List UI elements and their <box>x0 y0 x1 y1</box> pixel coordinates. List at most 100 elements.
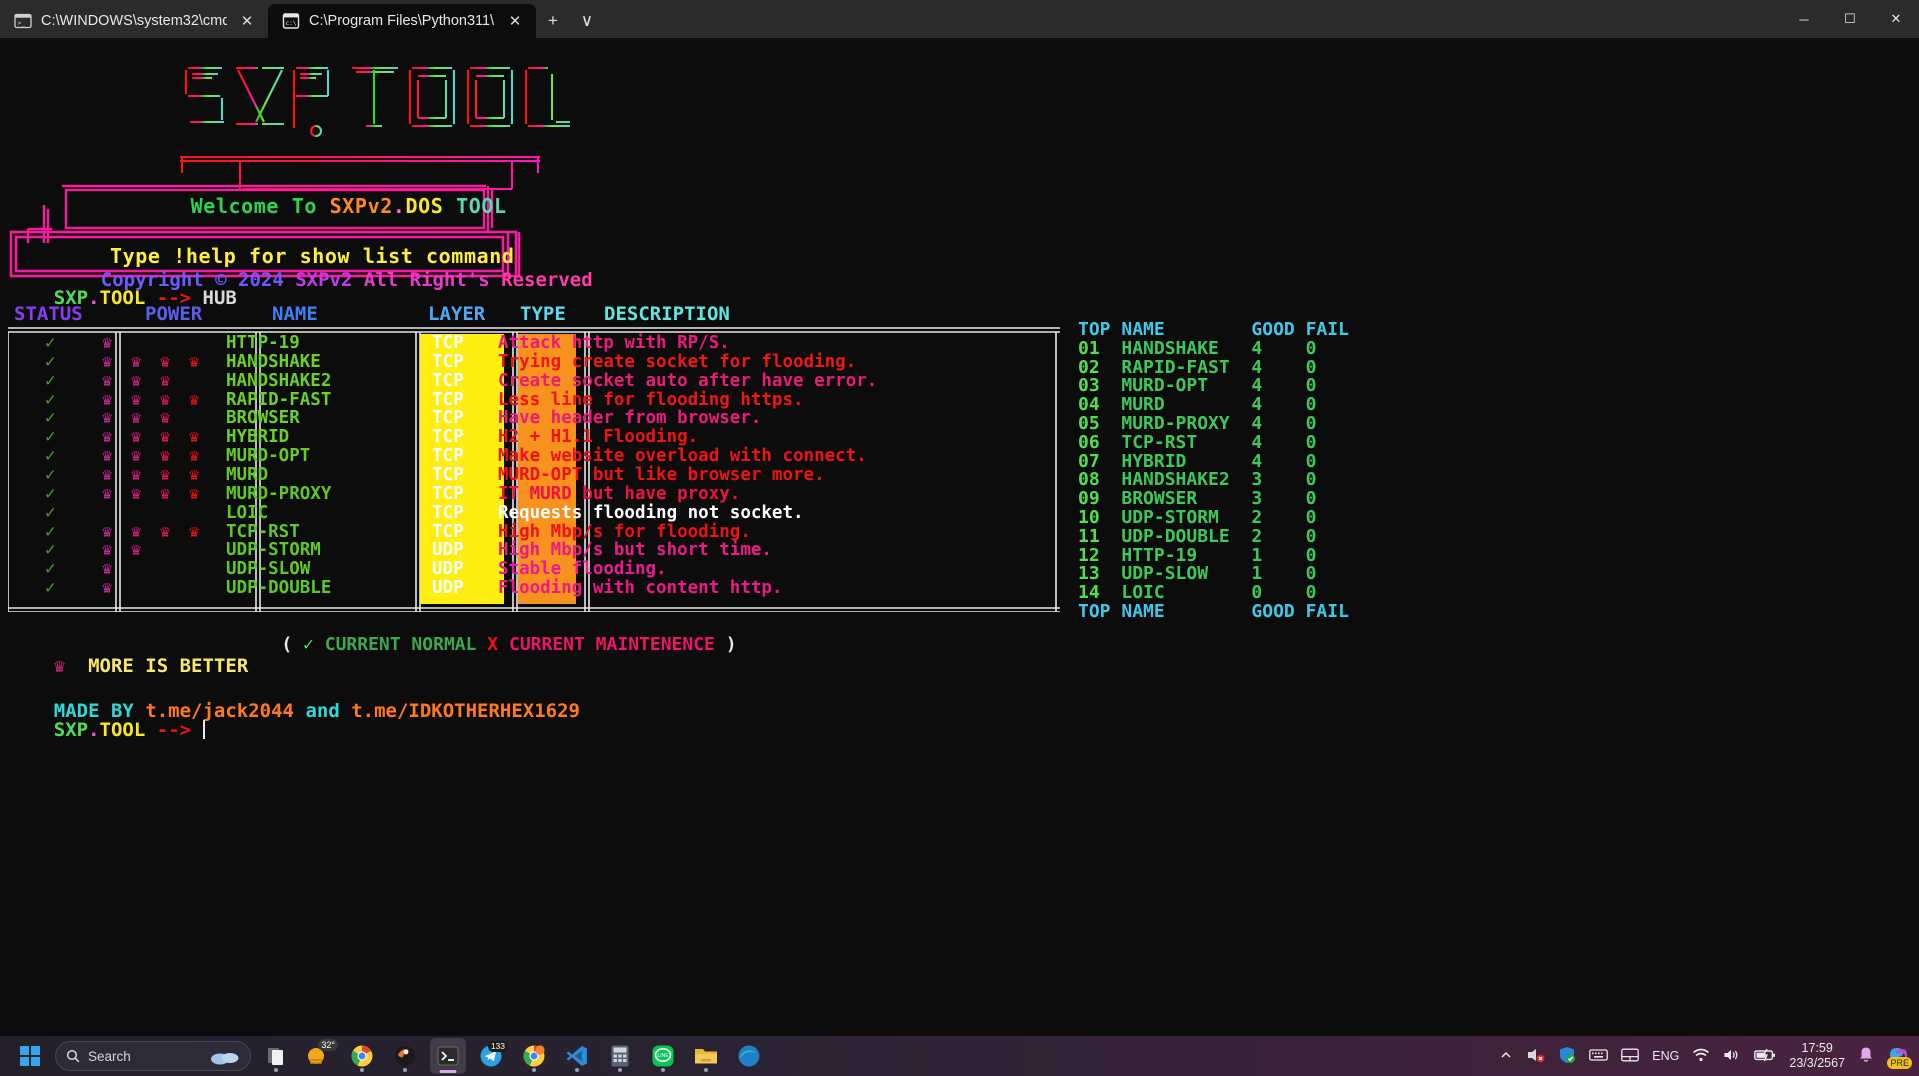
close-icon[interactable]: ✕ <box>236 10 258 32</box>
minimize-button[interactable]: ─ <box>1781 0 1827 38</box>
vscode-icon[interactable] <box>559 1038 595 1074</box>
method-description: High Mbp/s for flooding. <box>498 523 751 542</box>
copilot-icon[interactable]: PRE <box>1887 1045 1909 1068</box>
power-crown-icon: ♛ <box>131 541 141 560</box>
touchpad-icon[interactable] <box>1621 1048 1639 1065</box>
type-badge: TCP <box>432 504 464 523</box>
layer-badge: L4 <box>360 579 381 598</box>
close-button[interactable]: ✕ <box>1873 0 1919 38</box>
close-icon[interactable]: ✕ <box>504 10 526 32</box>
type-badge: TCP <box>432 391 464 410</box>
volume-icon[interactable] <box>1723 1048 1741 1065</box>
and-label: and <box>294 700 351 722</box>
power-crown-icon: ♛ <box>189 353 199 372</box>
legend-open-paren: ( <box>281 634 292 655</box>
firefox-icon[interactable] <box>387 1038 423 1074</box>
tab-cmd[interactable]: >_ C:\WINDOWS\system32\cmd.e ✕ <box>0 4 268 38</box>
text-cursor <box>203 720 205 739</box>
layer-badge: L7 <box>360 485 381 504</box>
power-crown-icon: ♛ <box>189 428 199 447</box>
column-header-description: DESCRIPTION <box>604 303 730 325</box>
chrome-icon[interactable] <box>344 1038 380 1074</box>
layer-badge: L4 <box>360 541 381 560</box>
method-description: Create socket auto after have error. <box>498 372 877 391</box>
layer-badge: L4 <box>360 560 381 579</box>
windows-taskbar[interactable]: Search 32° <box>0 1036 1919 1076</box>
chevron-down-icon[interactable]: ∨ <box>570 4 604 38</box>
layer-badge: L7 <box>360 391 381 410</box>
power-crown-icon: ♛ <box>102 334 112 353</box>
wifi-icon[interactable] <box>1692 1048 1710 1065</box>
welcome-sxpv2: SXPv2 <box>330 194 393 218</box>
type-badge: UDP <box>432 579 464 598</box>
copilot-badge: PRE <box>1887 1057 1912 1069</box>
search-input[interactable]: Search <box>55 1041 251 1071</box>
mic-muted-icon[interactable] <box>1526 1047 1545 1066</box>
maximize-button[interactable]: ☐ <box>1827 0 1873 38</box>
layer-badge: L7 <box>360 447 381 466</box>
clouds-icon <box>210 1047 240 1065</box>
svg-text:>_: >_ <box>17 19 25 27</box>
column-header-layer: LAYER <box>428 303 485 325</box>
method-name: LOIC <box>226 504 268 523</box>
keyboard-icon[interactable] <box>1589 1048 1608 1065</box>
search-icon <box>66 1049 80 1063</box>
clock-date: 23/3/2567 <box>1789 1056 1845 1071</box>
chevron-up-icon[interactable] <box>1499 1048 1513 1065</box>
power-crown-icon: ♛ <box>131 485 141 504</box>
power-crown-icon: ♛ <box>160 466 170 485</box>
method-name: UDP-SLOW <box>226 560 310 579</box>
battery-icon[interactable] <box>1754 1048 1776 1065</box>
method-description: Less line for flooding https. <box>498 391 804 410</box>
layer-badge: L7 <box>360 466 381 485</box>
prompt-line-input[interactable]: SXP.TOOL --> <box>8 697 205 763</box>
top-ranking-table[interactable]: TOP NAME GOOD FAIL01 HANDSHAKE 4 002 RAP… <box>1078 321 1349 622</box>
tab-python[interactable]: c:\ C:\Program Files\Python311\p ✕ <box>268 4 536 38</box>
power-crown-icon: ♛ <box>102 372 112 391</box>
edge-icon[interactable] <box>731 1038 767 1074</box>
x-icon: X <box>487 634 498 655</box>
start-icon[interactable] <box>12 1038 48 1074</box>
prompt-arrow: --> <box>157 719 191 741</box>
calculator-icon[interactable] <box>602 1038 638 1074</box>
status-check-icon: ✓ <box>45 428 56 447</box>
clock[interactable]: 17:59 23/3/2567 <box>1789 1041 1845 1071</box>
weather-icon[interactable]: 32° <box>301 1038 337 1074</box>
files-icon[interactable] <box>258 1038 294 1074</box>
power-crown-icon: ♛ <box>102 447 112 466</box>
method-name: MURD-PROXY <box>226 485 331 504</box>
status-check-icon: ✓ <box>45 409 56 428</box>
terminal-icon[interactable] <box>430 1038 466 1074</box>
line-icon[interactable]: LINE <box>645 1038 681 1074</box>
type-badge: TCP <box>432 334 464 353</box>
method-name: HANDSHAKE2 <box>226 372 331 391</box>
status-check-icon: ✓ <box>45 541 56 560</box>
layer-badge: L7 <box>360 428 381 447</box>
tab-label: C:\WINDOWS\system32\cmd.e <box>41 13 227 29</box>
type-badge: TCP <box>432 447 464 466</box>
method-description: Flooding with content http. <box>498 579 782 598</box>
new-tab-button[interactable]: + <box>536 4 570 38</box>
status-check-icon: ✓ <box>45 391 56 410</box>
method-name: MURD <box>226 466 268 485</box>
type-badge: TCP <box>432 466 464 485</box>
method-name: RAPID-FAST <box>226 391 331 410</box>
power-crown-icon: ♛ <box>102 391 112 410</box>
power-crown-icon: ♛ <box>160 353 170 372</box>
power-legend-label: MORE IS BETTER <box>88 655 248 677</box>
language-indicator[interactable]: ENG <box>1652 1049 1679 1063</box>
telegram-icon[interactable]: 133 <box>473 1038 509 1074</box>
folder-icon[interactable] <box>688 1038 724 1074</box>
power-crown-icon: ♛ <box>131 447 141 466</box>
system-tray[interactable]: ENG 17:59 23/3/2567 <box>1499 1041 1919 1071</box>
terminal-console[interactable]: Welcome To SXPv2.DOS TOOL Type !help for… <box>0 38 1919 1036</box>
defender-icon[interactable] <box>1558 1046 1576 1067</box>
taskbar-items[interactable]: Search 32° <box>12 1038 767 1074</box>
svg-text:LINE: LINE <box>657 1053 669 1059</box>
chrome2-icon[interactable] <box>516 1038 552 1074</box>
power-crown-icon: ♛ <box>189 523 199 542</box>
telegram-link-2[interactable]: t.me/IDKOTHERHEX1629 <box>351 700 580 722</box>
method-name: HTTP-19 <box>226 334 300 353</box>
bell-icon[interactable] <box>1858 1046 1874 1066</box>
status-check-icon: ✓ <box>45 466 56 485</box>
